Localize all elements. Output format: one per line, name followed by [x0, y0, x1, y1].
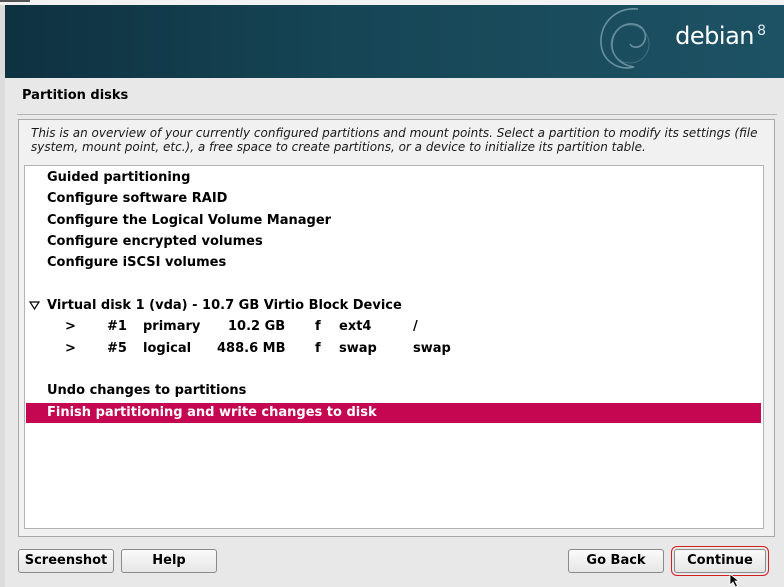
partition-number: #1: [107, 319, 127, 334]
go-back-button[interactable]: Go Back: [568, 549, 664, 573]
edge-mark: [0, 0, 30, 2]
list-item-guided-partitioning[interactable]: Guided partitioning: [26, 168, 761, 188]
partition-arrow: >: [65, 319, 76, 334]
partition-arrow: >: [65, 341, 76, 356]
disk-label: Virtual disk 1 (vda) - 10.7 GB Virtio Bl…: [47, 298, 402, 313]
list-item-label: Undo changes to partitions: [47, 383, 247, 398]
list-item-lvm[interactable]: Configure the Logical Volume Manager: [26, 211, 761, 231]
list-item-label: Guided partitioning: [47, 170, 191, 185]
partition-mount: /: [413, 319, 418, 334]
debian-swirl-icon: [600, 8, 650, 69]
partition-flag: f: [315, 341, 321, 356]
partition-size: 488.6 MB: [217, 341, 286, 356]
partition-flag: f: [315, 319, 321, 334]
list-item-label: Configure software RAID: [47, 191, 228, 206]
screenshot-button[interactable]: Screenshot: [18, 549, 114, 573]
list-item-finish-partitioning[interactable]: Finish partitioning and write changes to…: [26, 403, 761, 423]
description-text: This is an overview of your currently co…: [31, 126, 758, 154]
debian-version: 8: [757, 23, 766, 39]
list-item-iscsi-volumes[interactable]: Configure iSCSI volumes: [26, 253, 761, 273]
list-item-label: Configure the Logical Volume Manager: [47, 213, 332, 228]
list-item-label: Configure encrypted volumes: [47, 234, 263, 249]
partition-filesystem: swap: [339, 341, 377, 356]
list-item-software-raid[interactable]: Configure software RAID: [26, 189, 761, 209]
partition-panel: This is an overview of your currently co…: [18, 119, 775, 537]
partition-type: primary: [143, 319, 201, 334]
partition-size: 10.2 GB: [228, 319, 286, 334]
installer-banner: debian 8: [5, 5, 784, 78]
list-item-undo-changes[interactable]: Undo changes to partitions: [26, 381, 761, 401]
expand-triangle-icon: [29, 301, 40, 310]
partition-type: logical: [143, 341, 192, 356]
list-item-encrypted-volumes[interactable]: Configure encrypted volumes: [26, 232, 761, 252]
mouse-pointer-icon: [729, 574, 741, 587]
partition-row-1[interactable]: > #1 primary 10.2 GB f ext4 /: [26, 317, 761, 337]
list-item-label: Configure iSCSI volumes: [47, 255, 227, 270]
list-item-disk[interactable]: Virtual disk 1 (vda) - 10.7 GB Virtio Bl…: [26, 296, 761, 316]
help-button[interactable]: Help: [121, 549, 217, 573]
page-title: Partition disks: [22, 88, 129, 103]
continue-button[interactable]: Continue: [671, 546, 769, 576]
list-item-label: Finish partitioning and write changes to…: [47, 405, 377, 420]
partition-number: #5: [107, 341, 127, 356]
installer-content: Partition disks This is an overview of y…: [5, 78, 784, 587]
partition-filesystem: ext4: [339, 319, 372, 334]
title-divider: [17, 114, 777, 115]
debian-logo-text: debian: [675, 22, 754, 50]
partition-mount: swap: [413, 341, 451, 356]
partition-list[interactable]: Guided partitioning Configure software R…: [24, 165, 764, 529]
partition-row-5[interactable]: > #5 logical 488.6 MB f swap swap: [26, 339, 761, 359]
